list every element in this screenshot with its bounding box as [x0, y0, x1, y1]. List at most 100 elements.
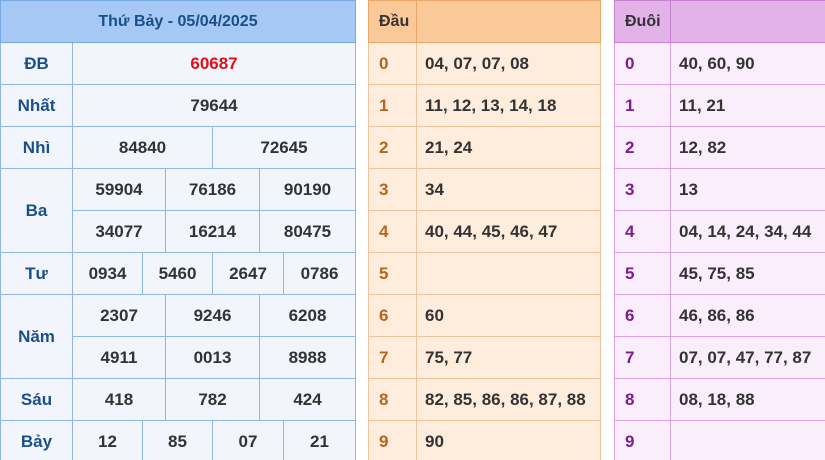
duoi-digit: 6	[614, 294, 671, 337]
duoi-row: 2 12, 82	[614, 126, 825, 169]
dau-row: 8 82, 85, 86, 86, 87, 88	[368, 378, 601, 421]
dau-row: 9 90	[368, 420, 601, 460]
prize-label-nhi: Nhì	[0, 126, 73, 169]
prize-value-tu-2: 5460	[142, 252, 213, 295]
prize-row-db: ĐB 60687	[0, 42, 356, 85]
duoi-values: 11, 21	[670, 84, 825, 127]
duoi-row: 4 04, 14, 24, 34, 44	[614, 210, 825, 253]
prize-value-tu-3: 2647	[212, 252, 284, 295]
duoi-values: 45, 75, 85	[670, 252, 825, 295]
dau-digit: 8	[368, 378, 417, 421]
dau-row: 3 34	[368, 168, 601, 211]
dau-digit: 2	[368, 126, 417, 169]
dau-values: 82, 85, 86, 86, 87, 88	[416, 378, 601, 421]
duoi-table: Đuôi 0 40, 60, 90 1 11, 21 2 12, 82 3 13 4 04, 14…	[614, 0, 825, 460]
prize-row-nhi: Nhì 84840 72645	[0, 126, 356, 169]
duoi-row: 5 45, 75, 85	[614, 252, 825, 295]
dau-digit: 4	[368, 210, 417, 253]
dau-values: 21, 24	[416, 126, 601, 169]
duoi-row: 9	[614, 420, 825, 460]
dau-values: 11, 12, 13, 14, 18	[416, 84, 601, 127]
dau-header-values	[416, 0, 601, 43]
duoi-digit: 2	[614, 126, 671, 169]
prize-value-nam-5: 0013	[165, 336, 260, 379]
dau-digit: 0	[368, 42, 417, 85]
duoi-digit: 7	[614, 336, 671, 379]
duoi-digit: 3	[614, 168, 671, 211]
duoi-digit: 8	[614, 378, 671, 421]
prize-value-tu-4: 0786	[283, 252, 356, 295]
dau-header-row: Đầu	[368, 0, 601, 43]
duoi-values: 07, 07, 47, 77, 87	[670, 336, 825, 379]
duoi-row: 0 40, 60, 90	[614, 42, 825, 85]
duoi-values: 04, 14, 24, 34, 44	[670, 210, 825, 253]
prize-value-tu-1: 0934	[72, 252, 143, 295]
duoi-digit: 1	[614, 84, 671, 127]
dau-digit: 7	[368, 336, 417, 379]
prize-value-nhi-1: 84840	[72, 126, 213, 169]
prize-value-sau-3: 424	[259, 378, 356, 421]
duoi-values: 46, 86, 86	[670, 294, 825, 337]
results-header-row: Thứ Bảy - 05/04/2025	[0, 0, 356, 43]
dau-values: 04, 07, 07, 08	[416, 42, 601, 85]
dau-values: 40, 44, 45, 46, 47	[416, 210, 601, 253]
prize-label-db: ĐB	[0, 42, 73, 85]
duoi-values: 13	[670, 168, 825, 211]
dau-digit: 3	[368, 168, 417, 211]
duoi-values: 08, 18, 88	[670, 378, 825, 421]
prize-value-ba-2: 76186	[165, 168, 260, 211]
prize-label-ba: Ba	[0, 168, 73, 253]
prize-value-sau-2: 782	[165, 378, 260, 421]
dau-values: 34	[416, 168, 601, 211]
prize-label-nhat: Nhất	[0, 84, 73, 127]
prize-row-sau: Sáu 418 782 424	[0, 378, 356, 421]
dau-row: 2 21, 24	[368, 126, 601, 169]
dau-row: 0 04, 07, 07, 08	[368, 42, 601, 85]
prize-value-nhi-2: 72645	[212, 126, 356, 169]
dau-values: 60	[416, 294, 601, 337]
prize-row-tu: Tư 0934 5460 2647 0786	[0, 252, 356, 295]
duoi-values: 40, 60, 90	[670, 42, 825, 85]
dau-digit: 1	[368, 84, 417, 127]
prize-row-nam-1: Năm 2307 9246 6208	[0, 294, 356, 379]
dau-table: Đầu 0 04, 07, 07, 08 1 11, 12, 13, 14, 18 2 2…	[368, 0, 601, 460]
duoi-header-row: Đuôi	[614, 0, 825, 43]
prize-value-ba-3: 90190	[259, 168, 356, 211]
prize-value-nam-2: 9246	[165, 294, 260, 337]
prize-row-nhat: Nhất 79644	[0, 84, 356, 127]
duoi-digit: 0	[614, 42, 671, 85]
prize-value-bay-2: 85	[142, 420, 213, 460]
prize-row-bay: Bảy 12 85 07 21	[0, 420, 356, 460]
duoi-digit: 4	[614, 210, 671, 253]
duoi-digit: 5	[614, 252, 671, 295]
duoi-values: 12, 82	[670, 126, 825, 169]
prize-value-bay-3: 07	[212, 420, 284, 460]
dau-row: 4 40, 44, 45, 46, 47	[368, 210, 601, 253]
prize-value-nam-1: 2307	[72, 294, 166, 337]
prize-label-tu: Tư	[0, 252, 73, 295]
duoi-row: 8 08, 18, 88	[614, 378, 825, 421]
duoi-row: 1 11, 21	[614, 84, 825, 127]
dau-digit: 5	[368, 252, 417, 295]
results-title: Thứ Bảy - 05/04/2025	[0, 0, 356, 43]
prize-value-ba-4: 34077	[72, 210, 166, 253]
duoi-digit: 9	[614, 420, 671, 460]
prize-label-bay: Bảy	[0, 420, 73, 460]
duoi-header: Đuôi	[614, 0, 671, 43]
dau-values	[416, 252, 601, 295]
prize-value-bay-4: 21	[283, 420, 356, 460]
dau-values: 90	[416, 420, 601, 460]
prize-value-sau-1: 418	[72, 378, 166, 421]
dau-body: 0 04, 07, 07, 08 1 11, 12, 13, 14, 18 2 21, 2…	[368, 42, 601, 460]
duoi-row: 7 07, 07, 47, 77, 87	[614, 336, 825, 379]
prize-value-db: 60687	[72, 42, 356, 85]
prize-value-nam-6: 8988	[259, 336, 356, 379]
dau-header: Đầu	[368, 0, 417, 43]
prize-value-bay-1: 12	[72, 420, 143, 460]
dau-values: 75, 77	[416, 336, 601, 379]
results-table: Thứ Bảy - 05/04/2025 ĐB 60687 Nhất 79644…	[0, 0, 356, 460]
dau-digit: 9	[368, 420, 417, 460]
duoi-row: 3 13	[614, 168, 825, 211]
duoi-header-values	[670, 0, 825, 43]
dau-row: 1 11, 12, 13, 14, 18	[368, 84, 601, 127]
